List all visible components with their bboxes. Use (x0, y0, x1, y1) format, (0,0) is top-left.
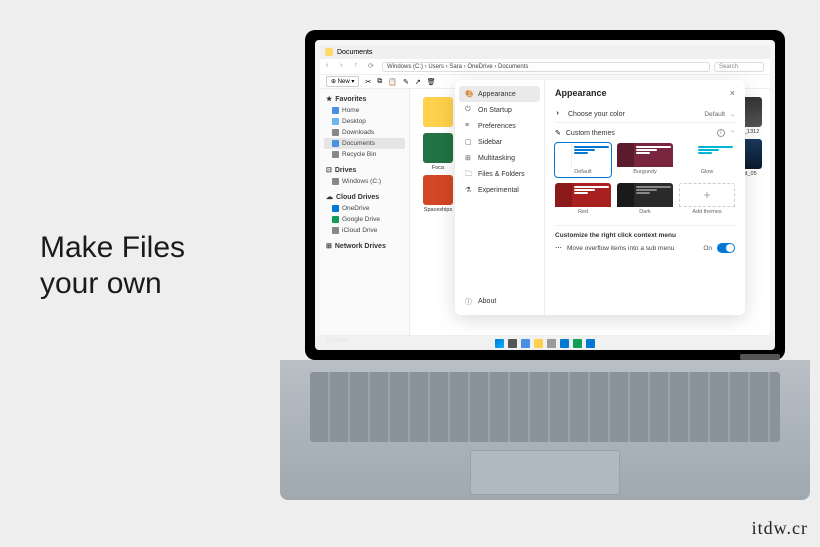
panel-icon: ▢ (465, 138, 473, 146)
up-button[interactable]: ↑ (354, 62, 364, 72)
paste-icon[interactable]: 📋 (388, 78, 397, 86)
sidebar-windows-c[interactable]: Windows (C:) (324, 176, 405, 187)
sidebar-googledrive[interactable]: Google Drive (324, 214, 405, 225)
taskbar-icon[interactable] (508, 339, 517, 348)
taskbar-icon[interactable] (560, 339, 569, 348)
close-button[interactable]: × (730, 88, 735, 98)
favorites-header[interactable]: ★ Favorites (324, 93, 405, 105)
screen-bezel: Documents ‹ › ↑ ⟳ Windows (C:) › Users ›… (305, 30, 785, 360)
toggle-switch[interactable] (717, 243, 735, 253)
settings-content: Appearance × ◑ Choose your color Default… (545, 80, 745, 315)
brush-icon: ✎ (555, 129, 561, 137)
nav-appearance[interactable]: 🎨Appearance (459, 86, 540, 102)
overflow-toggle-row[interactable]: ⋯ Move overflow items into a sub menu On (555, 243, 735, 253)
sidebar-onedrive[interactable]: OneDrive (324, 203, 405, 214)
network-header[interactable]: ⊞ Network Drives (324, 240, 405, 252)
nav-preferences[interactable]: ≡Preferences (459, 118, 540, 134)
folder-icon: 🗀 (465, 170, 473, 178)
trackpad (470, 450, 620, 495)
palette-icon: 🎨 (465, 90, 473, 98)
sidebar-recycle[interactable]: Recycle Bin (324, 149, 405, 160)
sidebar-home[interactable]: Home (324, 105, 405, 116)
theme-default[interactable]: Default (555, 143, 611, 177)
taskbar-icon[interactable] (586, 339, 595, 348)
settings-title: Appearance (555, 88, 607, 98)
theme-dark[interactable]: Dark (617, 183, 673, 217)
folder-tile[interactable] (418, 97, 458, 129)
nav-about[interactable]: ⓘAbout (459, 293, 540, 309)
nav-experimental[interactable]: ⚗Experimental (459, 182, 540, 198)
chevron-down-icon: ⌄ (730, 111, 735, 118)
cloud-header[interactable]: ☁ Cloud Drives (324, 191, 405, 203)
screen: Documents ‹ › ↑ ⟳ Windows (C:) › Users ›… (315, 40, 775, 350)
keyboard (280, 360, 810, 500)
theme-glow[interactable]: Glow (679, 143, 735, 177)
chevron-up-icon[interactable]: ⌃ (730, 130, 735, 137)
drives-header[interactable]: ⊡ Drives (324, 164, 405, 176)
back-button[interactable]: ‹ (326, 62, 336, 72)
grid-icon: ⊞ (465, 154, 473, 162)
forward-button[interactable]: › (340, 62, 350, 72)
theme-burgundy[interactable]: Burgundy (617, 143, 673, 177)
folder-icon (325, 48, 333, 56)
info-icon[interactable]: i (717, 129, 725, 137)
settings-dialog: 🎨Appearance ⏻On Startup ≡Preferences ▢Si… (455, 80, 745, 315)
laptop-frame: Documents ‹ › ↑ ⟳ Windows (C:) › Users ›… (280, 30, 810, 510)
taskbar-icon[interactable] (547, 339, 556, 348)
sidebar-documents[interactable]: Documents (324, 138, 405, 149)
nav-startup[interactable]: ⏻On Startup (459, 102, 540, 118)
new-button[interactable]: ⊕ New ▾ (326, 76, 359, 87)
taskbar-explorer-icon[interactable] (534, 339, 543, 348)
breadcrumb[interactable]: Windows (C:) › Users › Sara › OneDrive ›… (382, 62, 710, 72)
context-menu-title: Customize the right click context menu (555, 232, 735, 239)
nav-sidebar[interactable]: ▢Sidebar (459, 134, 540, 150)
titlebar[interactable]: Documents (320, 45, 770, 59)
marketing-headline: Make Files your own (40, 230, 185, 302)
power-icon: ⏻ (465, 106, 473, 114)
color-row[interactable]: ◑ Choose your color Default ⌄ (555, 106, 735, 123)
toolbar: ‹ › ↑ ⟳ Windows (C:) › Users › Sara › On… (320, 59, 770, 75)
watermark: itdw.cr (752, 518, 808, 539)
delete-icon[interactable]: 🗑 (427, 78, 436, 86)
explorer-sidebar: ★ Favorites Home Desktop Downloads Docum… (320, 89, 410, 335)
color-icon: ◑ (555, 110, 563, 118)
tab-title[interactable]: Documents (337, 49, 372, 56)
copy-icon[interactable]: ⧉ (377, 78, 382, 86)
taskbar-edge-icon[interactable] (573, 339, 582, 348)
settings-nav: 🎨Appearance ⏻On Startup ≡Preferences ▢Si… (455, 80, 545, 315)
share-icon[interactable]: ↗ (415, 78, 421, 86)
sidebar-downloads[interactable]: Downloads (324, 127, 405, 138)
theme-add[interactable]: + Add themes (679, 183, 735, 217)
overflow-icon: ⋯ (555, 244, 562, 252)
hinge (740, 354, 780, 360)
taskbar[interactable] (315, 336, 775, 350)
sidebar-icloud[interactable]: iCloud Drive (324, 225, 405, 236)
excel-file[interactable]: Foca (418, 133, 458, 171)
nav-multitasking[interactable]: ⊞Multitasking (459, 150, 540, 166)
search-input[interactable]: Search (714, 62, 764, 72)
start-button[interactable] (495, 339, 504, 348)
ppt-file[interactable]: Spaceships (418, 175, 458, 213)
nav-files-folders[interactable]: 🗀Files & Folders (459, 166, 540, 182)
info-icon: ⓘ (465, 297, 473, 305)
rename-icon[interactable]: ✎ (403, 78, 409, 86)
sliders-icon: ≡ (465, 122, 473, 130)
theme-red[interactable]: Red (555, 183, 611, 217)
cut-icon[interactable]: ✂ (365, 78, 371, 86)
plus-icon: + (679, 183, 735, 207)
keys (310, 372, 780, 442)
sidebar-desktop[interactable]: Desktop (324, 116, 405, 127)
flask-icon: ⚗ (465, 186, 473, 194)
refresh-button[interactable]: ⟳ (368, 62, 378, 72)
taskbar-icon[interactable] (521, 339, 530, 348)
